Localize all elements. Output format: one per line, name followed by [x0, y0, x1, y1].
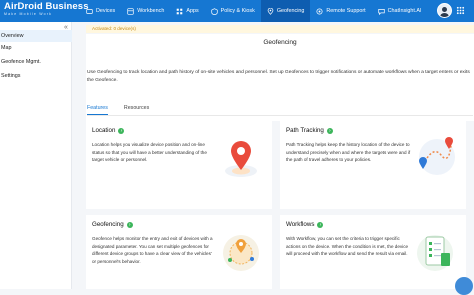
menu-dots-icon[interactable]: [456, 6, 465, 15]
page-description: Use Geofencing to track location and pat…: [87, 70, 470, 83]
tab-resources[interactable]: Resources: [124, 103, 149, 115]
brand-name: AirDroid Business: [4, 1, 89, 12]
nav-policy-kiosk[interactable]: Policy & Kiosk: [205, 0, 261, 22]
nav-chatinsight-label: ChatInsight.AI: [387, 8, 422, 14]
sidebar: « Overview Map Geofence Mgmt. Settings: [0, 22, 72, 289]
path-tracking-illustration-icon: [419, 137, 455, 175]
card-title: Workflows: [286, 221, 315, 228]
feature-card-path-tracking[interactable]: Path Tracking › Path Tracking helps keep…: [280, 121, 466, 209]
geofence-map-illustration-icon: [223, 235, 259, 271]
sidebar-item-map[interactable]: Map: [0, 42, 72, 54]
arrow-right-icon[interactable]: ›: [118, 127, 125, 134]
top-navigation-bar: AirDroid Business Make Mobile Work Devic…: [0, 0, 474, 22]
chatinsight-icon: [378, 8, 385, 15]
arrow-right-icon[interactable]: ›: [126, 221, 133, 228]
location-pin-illustration-icon: [225, 141, 257, 177]
user-area: [437, 3, 465, 18]
overview-panel: Geofencing Use Geofencing to track locat…: [86, 34, 474, 289]
nav-workbench-label: Workbench: [137, 8, 165, 14]
card-title-row: Location ›: [92, 127, 125, 134]
feature-card-geofencing[interactable]: Geofencing › Geofence helps monitor the …: [86, 215, 272, 289]
policy-icon: [211, 7, 218, 15]
nav-remote-support[interactable]: Remote Support: [310, 0, 371, 22]
nav-devices[interactable]: Devices: [80, 0, 121, 22]
feature-card-workflows[interactable]: Workflows › With Workflow, you can set t…: [280, 215, 466, 289]
geofencing-icon: [267, 7, 274, 15]
nav-workbench[interactable]: Workbench: [121, 0, 170, 22]
help-chat-button[interactable]: [455, 277, 473, 295]
page-title: Geofencing: [263, 39, 297, 46]
avatar[interactable]: [437, 3, 452, 18]
card-description: Path Tracking helps keep the history loc…: [286, 142, 411, 162]
devices-icon: [86, 8, 93, 14]
tab-features[interactable]: Features: [87, 103, 108, 115]
card-title: Location: [92, 127, 116, 134]
nav-chatinsight[interactable]: ChatInsight.AI: [372, 0, 428, 22]
brand-logo[interactable]: AirDroid Business Make Mobile Work: [4, 2, 89, 16]
nav-geofencing-label: Geofencing: [276, 8, 305, 14]
arrow-right-icon[interactable]: ›: [317, 221, 324, 228]
workflow-checklist-illustration-icon: [417, 235, 453, 271]
tab-bar: Features Resources: [87, 103, 149, 115]
arrow-right-icon[interactable]: ›: [326, 127, 333, 134]
activation-banner: Activated: 0 device(s): [86, 25, 474, 33]
nav-devices-label: Devices: [96, 8, 116, 14]
card-description: Location helps you visualize device posi…: [92, 142, 207, 162]
brand-tagline: Make Mobile Work: [4, 11, 53, 16]
nav-apps-label: Apps: [186, 8, 199, 14]
tab-divider: [87, 115, 473, 116]
sidebar-item-geofence-mgmt[interactable]: Geofence Mgmt.: [0, 56, 72, 68]
card-title: Path Tracking: [286, 127, 324, 134]
nav-apps[interactable]: Apps: [170, 0, 204, 22]
feature-grid: Location › Location helps you visualize …: [86, 121, 474, 289]
remote-support-icon: [316, 7, 323, 15]
card-description: Geofence helps monitor the entry and exi…: [92, 236, 213, 264]
card-title-row: Path Tracking ›: [286, 127, 333, 134]
card-title-row: Geofencing ›: [92, 221, 133, 228]
feature-card-location[interactable]: Location › Location helps you visualize …: [86, 121, 272, 209]
card-description: With Workflow, you can set the criteria …: [286, 236, 409, 256]
main-content: Activated: 0 device(s) Geofencing Use Ge…: [72, 22, 474, 289]
apps-icon: [177, 8, 183, 14]
nav-remote-support-label: Remote Support: [326, 8, 366, 14]
card-title: Geofencing: [92, 221, 124, 228]
sidebar-item-settings[interactable]: Settings: [0, 70, 72, 82]
sidebar-item-overview[interactable]: Overview: [0, 30, 72, 42]
main-nav: Devices Workbench Apps Policy & Kiosk Ge…: [80, 0, 428, 22]
nav-policy-kiosk-label: Policy & Kiosk: [220, 8, 255, 14]
nav-geofencing[interactable]: Geofencing: [260, 0, 311, 22]
card-title-row: Workflows ›: [286, 221, 324, 228]
workbench-icon: [127, 7, 134, 15]
